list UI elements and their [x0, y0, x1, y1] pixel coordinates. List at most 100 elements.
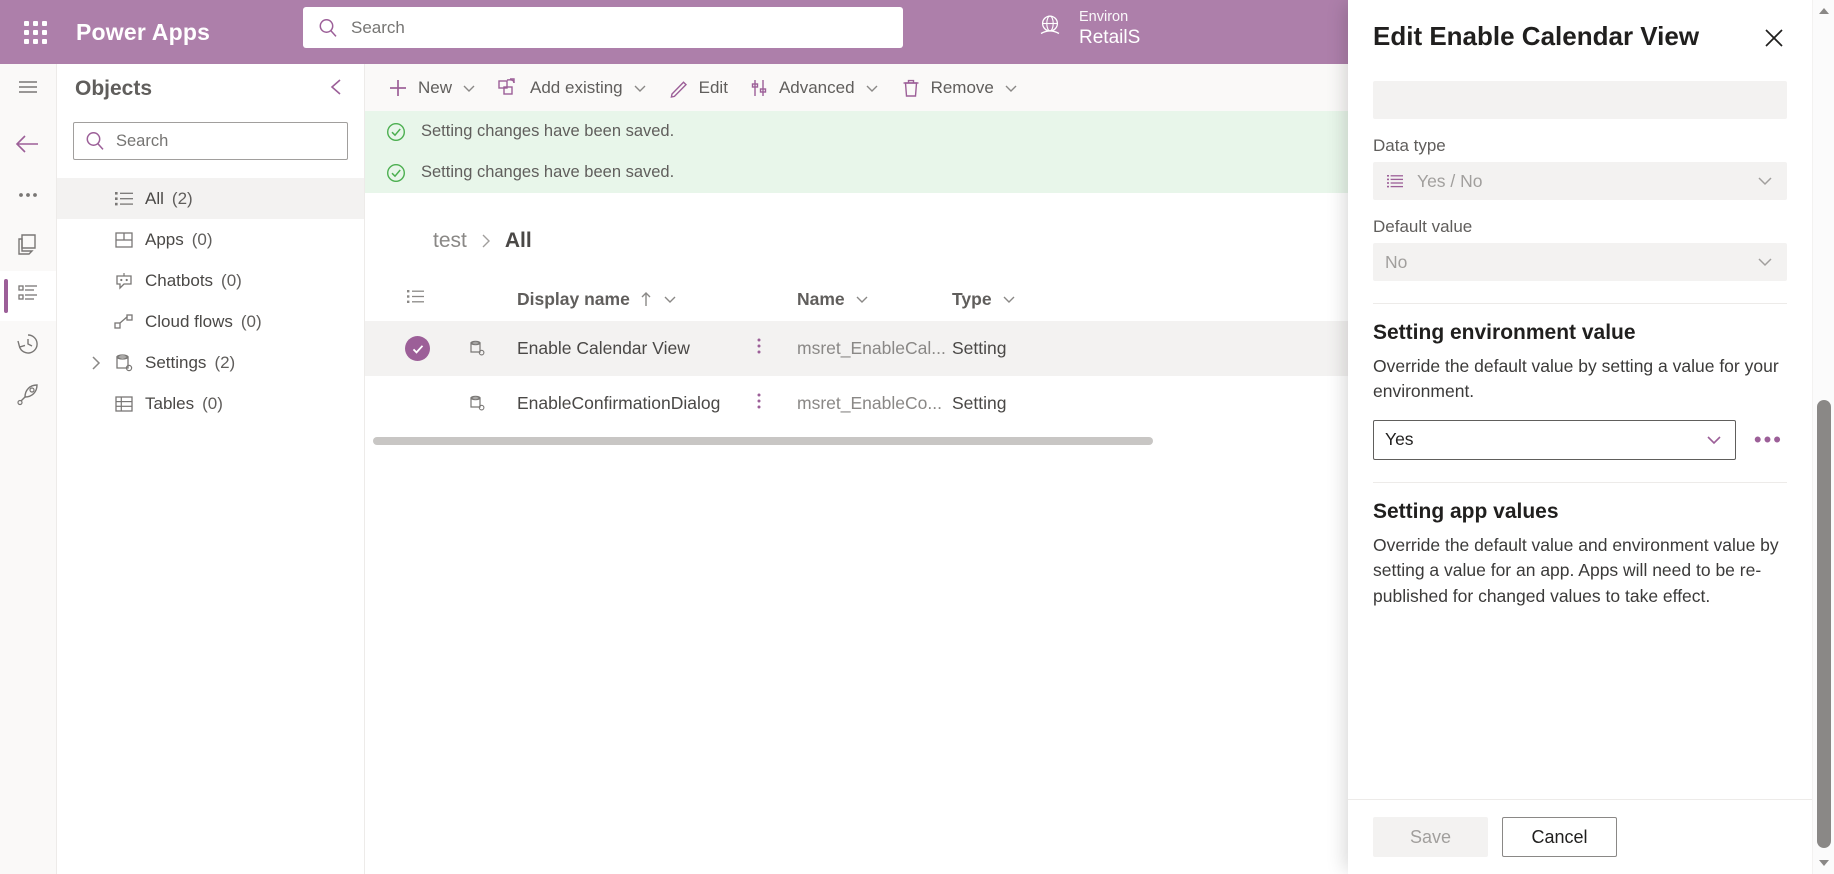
- sidebar-item-apps[interactable]: Apps (0): [57, 219, 364, 260]
- panel-footer: Save Cancel: [1348, 799, 1812, 874]
- environment-selector[interactable]: Environ RetailS: [1035, 8, 1140, 49]
- sidebar-item-publish[interactable]: [0, 371, 56, 421]
- cell-name: msret_EnableCo...: [797, 393, 942, 413]
- default-value-label: Default value: [1373, 217, 1473, 236]
- scrollbar-thumb[interactable]: [1817, 400, 1831, 848]
- cell-display-name-text: EnableConfirmationDialog: [517, 393, 721, 413]
- globe-environment-icon: [1035, 11, 1065, 46]
- edit-button[interactable]: Edit: [658, 64, 738, 111]
- environment-name: RetailS: [1079, 26, 1141, 48]
- more-vertical-icon[interactable]: [755, 335, 763, 362]
- sidebar-item-back[interactable]: [0, 121, 56, 171]
- sidebar-item-count: (2): [171, 188, 193, 208]
- ellipsis-icon: [15, 187, 41, 205]
- cell-display-name: EnableConfirmationDialog: [517, 393, 797, 414]
- waffle-menu-button[interactable]: [8, 20, 62, 44]
- edit-button-label: Edit: [698, 77, 728, 97]
- app-section-title: Setting app values: [1373, 499, 1559, 523]
- trash-icon: [900, 77, 922, 99]
- panel-title: Edit Enable Calendar View: [1373, 21, 1700, 51]
- caret-up-icon[interactable]: [1813, 0, 1834, 22]
- sidebar-item-label: Chatbots: [145, 270, 214, 290]
- sidebar-item-cloud-flows[interactable]: Cloud flows (0): [57, 301, 364, 342]
- close-icon[interactable]: [1758, 22, 1790, 59]
- sidebar-item-solutions[interactable]: [0, 221, 56, 271]
- breadcrumb-current: All: [504, 229, 532, 252]
- rocket-icon: [14, 380, 42, 413]
- cell-type: Setting: [952, 338, 1007, 358]
- add-existing-button[interactable]: Add existing: [487, 64, 658, 111]
- settings-db-icon: [113, 352, 143, 374]
- sidebar-item-objects[interactable]: [0, 271, 56, 321]
- horizontal-scrollbar[interactable]: [373, 437, 1153, 445]
- all-list-icon: [113, 188, 143, 210]
- objects-tree: All (2) Apps (0) Chatbots (0) Cloud flow…: [57, 178, 364, 424]
- objects-search-input[interactable]: Search: [73, 122, 348, 160]
- plus-icon: [387, 77, 409, 99]
- global-search-input[interactable]: Search: [303, 7, 903, 48]
- advanced-button[interactable]: Advanced: [738, 64, 890, 111]
- chevron-down-icon[interactable]: [1704, 430, 1724, 450]
- objects-search-placeholder: Search: [116, 131, 169, 150]
- environment-label: Environ: [1079, 9, 1129, 25]
- cell-display-name-text: Enable Calendar View: [517, 338, 690, 358]
- sidebar-item-count: (2): [214, 352, 236, 372]
- chevron-down-icon: [1755, 252, 1775, 272]
- caret-down-icon[interactable]: [1813, 852, 1834, 874]
- more-vertical-icon[interactable]: [755, 390, 763, 417]
- page-vertical-scrollbar[interactable]: [1812, 0, 1834, 874]
- column-header-name[interactable]: Name: [797, 289, 952, 310]
- sidebar-item-all[interactable]: All (2): [57, 178, 364, 219]
- environment-section-description: Override the default value by setting a …: [1373, 356, 1779, 402]
- sidebar-item-chatbots[interactable]: Chatbots (0): [57, 260, 364, 301]
- default-value-value: No: [1385, 251, 1408, 272]
- environment-value-text: Yes: [1385, 429, 1414, 450]
- chevron-down-icon[interactable]: [461, 80, 477, 96]
- global-search-placeholder: Search: [351, 17, 405, 37]
- chevron-down-icon[interactable]: [1003, 80, 1019, 96]
- column-header-type[interactable]: Type: [952, 289, 1072, 310]
- new-button[interactable]: New: [377, 64, 487, 111]
- sidebar-item-label: Settings: [145, 352, 207, 372]
- data-type-label: Data type: [1373, 136, 1446, 155]
- column-header-display-name[interactable]: Display name: [517, 289, 797, 310]
- select-columns-icon[interactable]: [405, 286, 467, 313]
- sidebar-item-settings[interactable]: Settings (2): [57, 342, 364, 383]
- chevron-left-icon[interactable]: [326, 76, 348, 103]
- remove-button[interactable]: Remove: [890, 64, 1029, 111]
- chevron-down-icon[interactable]: [854, 291, 870, 307]
- sidebar-item-more[interactable]: [0, 171, 56, 221]
- row-select-checkbox[interactable]: [405, 336, 467, 361]
- chevron-down-icon[interactable]: [662, 291, 678, 307]
- sidebar-item-tables[interactable]: Tables (0): [57, 383, 364, 424]
- panel-header: Edit Enable Calendar View: [1348, 0, 1812, 59]
- hamburger-icon: [15, 74, 41, 105]
- chevron-right-icon: [478, 232, 494, 250]
- chevron-down-icon[interactable]: [1001, 291, 1017, 307]
- chevron-down-icon[interactable]: [632, 80, 648, 96]
- arrow-left-icon: [13, 131, 43, 162]
- environment-section-title: Setting environment value: [1373, 321, 1636, 344]
- chevron-right-icon[interactable]: [87, 354, 113, 372]
- cancel-button[interactable]: Cancel: [1502, 817, 1617, 857]
- sidebar-item-history[interactable]: [0, 321, 56, 371]
- list-lines-icon: [1385, 171, 1405, 191]
- breadcrumb-parent[interactable]: test: [433, 229, 467, 253]
- chevron-down-icon: [1755, 171, 1775, 191]
- default-value-dropdown: No: [1373, 243, 1787, 281]
- sidebar-item-label: Apps: [145, 229, 184, 249]
- sidebar-item-label: Cloud flows: [145, 311, 233, 331]
- add-existing-label: Add existing: [530, 77, 623, 97]
- advanced-icon: [748, 77, 770, 99]
- chevron-down-icon[interactable]: [864, 80, 880, 96]
- new-button-label: New: [418, 77, 453, 97]
- environment-value-dropdown[interactable]: Yes: [1373, 419, 1736, 460]
- cell-name: msret_EnableCal...: [797, 338, 946, 358]
- environment-value-more-button[interactable]: •••: [1750, 427, 1787, 453]
- data-type-dropdown: Yes / No: [1373, 162, 1787, 200]
- setting-record-icon: [467, 393, 517, 415]
- sidebar-item-hamburger[interactable]: [0, 64, 56, 114]
- column-header-label: Type: [952, 288, 992, 309]
- sidebar-item-label: Tables: [145, 393, 195, 413]
- left-icon-rail: [0, 64, 57, 874]
